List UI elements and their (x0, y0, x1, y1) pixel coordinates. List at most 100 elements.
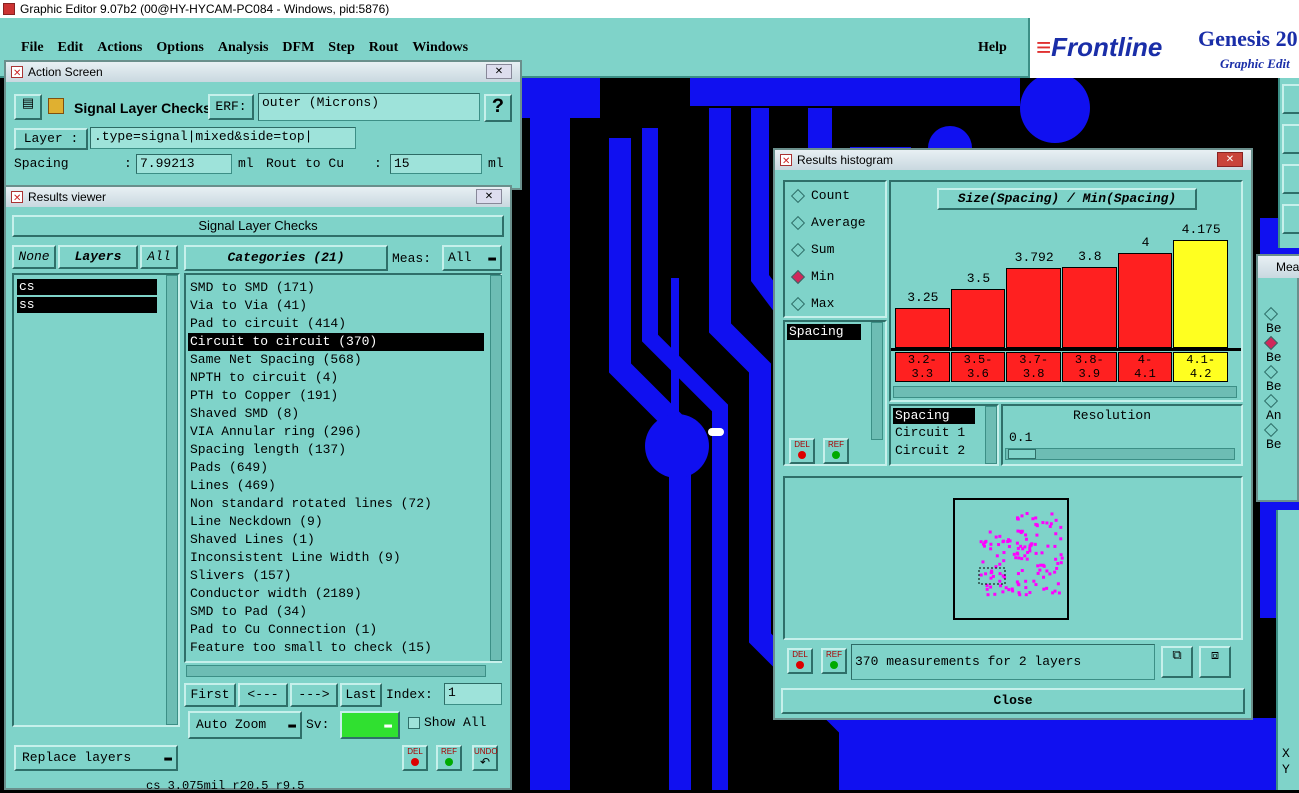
histogram-bar[interactable] (950, 289, 1006, 348)
list-icon[interactable]: ▤ (14, 94, 42, 120)
measure-item-4[interactable]: An (1263, 393, 1297, 423)
tool-icon-1[interactable] (1282, 84, 1299, 114)
close-button[interactable]: ✕ (476, 189, 502, 204)
menu-step[interactable]: Step (321, 40, 361, 56)
histogram-close-button[interactable]: Close (781, 688, 1245, 714)
category-item[interactable]: Feature too small to check (15) (188, 639, 484, 657)
close-button[interactable]: ✕ (1217, 152, 1243, 167)
close-button[interactable]: ✕ (486, 64, 512, 79)
menu-windows[interactable]: Windows (405, 40, 475, 56)
chart-hscrollbar[interactable] (893, 386, 1237, 398)
layer-item-cs[interactable]: cs (17, 279, 157, 295)
category-item[interactable]: VIA Annular ring (296) (188, 423, 484, 441)
auto-zoom-dropdown[interactable]: Auto Zoom ▬ (188, 711, 302, 739)
first-button[interactable]: First (184, 683, 236, 707)
category-list-hscrollbar[interactable] (186, 665, 486, 677)
resolution-slider[interactable] (1005, 448, 1235, 460)
category-item[interactable]: Non standard rotated lines (72) (188, 495, 484, 513)
zoom-area-icon[interactable]: ⧈ (1199, 646, 1231, 678)
category-list-scrollbar[interactable] (490, 275, 502, 661)
mode-radio-count[interactable]: Count (790, 188, 850, 203)
param2-item-circuit1[interactable]: Circuit 1 (893, 424, 995, 442)
spacing-field[interactable]: 7.99213 (136, 154, 232, 174)
index-field[interactable]: 1 (444, 683, 502, 705)
replace-layers-dropdown[interactable]: Replace layers ▬ (14, 745, 178, 771)
mode-radio-min[interactable]: Min (790, 269, 834, 284)
menu-options[interactable]: Options (149, 40, 210, 56)
prev-button[interactable]: <--- (238, 683, 288, 707)
category-item[interactable]: Circuit to circuit (370) (188, 333, 484, 351)
menu-analysis[interactable]: Analysis (211, 40, 276, 56)
param-item-spacing[interactable]: Spacing (787, 324, 861, 340)
category-item[interactable]: Spacing length (137) (188, 441, 484, 459)
undo-button[interactable]: UNDO ↶ (472, 745, 498, 771)
param2-item-spacing[interactable]: Spacing (893, 408, 975, 424)
tool-icon-2[interactable] (1282, 124, 1299, 154)
erf-button[interactable]: ERF: (208, 94, 254, 120)
erf-field[interactable]: outer (Microns) (258, 93, 480, 121)
del-button[interactable]: DEL (789, 438, 815, 464)
measure-item-3[interactable]: Be (1263, 364, 1297, 394)
histogram-bar[interactable] (1173, 239, 1228, 348)
menu-actions[interactable]: Actions (90, 40, 149, 56)
tool-icon-4[interactable] (1282, 204, 1299, 234)
histogram-bar[interactable] (895, 307, 950, 348)
mode-radio-max[interactable]: Max (790, 296, 834, 311)
preview-map[interactable] (953, 498, 1069, 620)
category-item[interactable]: Line Neckdown (9) (188, 513, 484, 531)
meas-dropdown[interactable]: All ▬ (442, 245, 502, 271)
measure-item-1[interactable]: Be (1263, 306, 1297, 336)
mode-radio-sum[interactable]: Sum (790, 242, 834, 257)
histogram-bar[interactable] (1006, 267, 1061, 348)
del-button-2[interactable]: DEL (787, 648, 813, 674)
category-item[interactable]: Lines (469) (188, 477, 484, 495)
category-item[interactable]: Inconsistent Line Width (9) (188, 549, 484, 567)
layer-list-scrollbar[interactable] (166, 275, 178, 725)
category-item[interactable]: Slivers (157) (188, 567, 484, 585)
histogram-bar[interactable] (1062, 267, 1117, 348)
param2-item-circuit2[interactable]: Circuit 2 (893, 442, 995, 460)
zoom-fit-icon[interactable]: ⧉ (1161, 646, 1193, 678)
next-button[interactable]: ---> (290, 683, 338, 707)
ref-button-2[interactable]: REF (821, 648, 847, 674)
category-item[interactable]: Shaved Lines (1) (188, 531, 484, 549)
ref-button[interactable]: REF (823, 438, 849, 464)
del-button[interactable]: DEL (402, 745, 428, 771)
category-item[interactable]: Pads (649) (188, 459, 484, 477)
rout-field[interactable]: 15 (390, 154, 482, 174)
sv-color-dropdown[interactable]: ▬ (340, 711, 400, 739)
param-list-2-scrollbar[interactable] (985, 406, 997, 464)
measure-item-5[interactable]: Be (1263, 422, 1297, 452)
mode-radio-average[interactable]: Average (790, 215, 866, 230)
category-item[interactable]: Via to Via (41) (188, 297, 484, 315)
measure-item-2[interactable]: Be (1263, 335, 1297, 365)
slider-thumb[interactable] (1008, 449, 1036, 459)
none-button[interactable]: None (12, 245, 56, 269)
layer-item-ss[interactable]: ss (17, 297, 157, 313)
menu-edit[interactable]: Edit (51, 40, 91, 56)
categories-button[interactable]: Categories (21) (184, 245, 388, 271)
menu-file[interactable]: File (14, 40, 51, 56)
histogram-bar[interactable] (1117, 252, 1173, 348)
layer-button[interactable]: Layer : (14, 128, 88, 150)
last-button[interactable]: Last (340, 683, 382, 707)
category-item[interactable]: SMD to Pad (34) (188, 603, 484, 621)
param-list-2[interactable]: Spacing Circuit 1 Circuit 2 (889, 404, 999, 466)
checklist-header[interactable]: Signal Layer Checks (12, 215, 504, 237)
category-item[interactable]: Shaved SMD (8) (188, 405, 484, 423)
category-item[interactable]: PTH to Copper (191) (188, 387, 484, 405)
menu-rout[interactable]: Rout (362, 40, 406, 56)
category-item[interactable]: Pad to Cu Connection (1) (188, 621, 484, 639)
show-all-checkbox[interactable] (408, 717, 420, 729)
category-item[interactable]: SMD to SMD (171) (188, 279, 484, 297)
tool-icon-3[interactable] (1282, 164, 1299, 194)
menu-help[interactable]: Help (978, 40, 1007, 56)
layer-list[interactable]: cs ss (12, 273, 180, 727)
category-item[interactable]: Pad to circuit (414) (188, 315, 484, 333)
category-item[interactable]: Same Net Spacing (568) (188, 351, 484, 369)
help-button[interactable]: ? (484, 94, 512, 122)
category-item[interactable]: Conductor width (2189) (188, 585, 484, 603)
category-item[interactable]: NPTH to circuit (4) (188, 369, 484, 387)
layer-filter-field[interactable]: .type=signal|mixed&side=top| (90, 127, 356, 149)
menu-dfm[interactable]: DFM (275, 40, 321, 56)
